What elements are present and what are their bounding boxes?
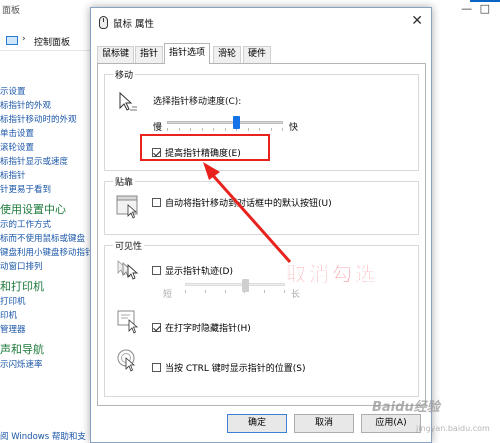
- link-without-mouse-keyboard[interactable]: 标而不使用鼠标或键盘: [0, 232, 95, 246]
- link-mouse-keys[interactable]: 键盘利用小键盘移动指针: [0, 246, 95, 260]
- link-blink-rate[interactable]: 示闪烁速率: [0, 358, 95, 372]
- show-location-ctrl-checkbox[interactable]: [152, 363, 161, 372]
- link-device-manager[interactable]: 管理器: [0, 323, 95, 337]
- dialog-title: 鼠标 属性: [113, 19, 155, 30]
- link-display-work[interactable]: 示的工作方式: [0, 218, 95, 232]
- hide-while-typing-icon: [117, 310, 139, 334]
- link-add-printer[interactable]: 打印机: [0, 295, 95, 309]
- window-title: 面板: [2, 6, 21, 16]
- link-wheel-settings[interactable]: 滚轮设置: [0, 141, 95, 155]
- control-panel-link-list: 示设置 标指针的外观 标指针移动时的外观 单击设置 滚轮设置 标指针显示或速度 …: [0, 85, 95, 372]
- pointer-trails-icon: [117, 260, 139, 280]
- speed-slider-thumb[interactable]: [233, 116, 241, 129]
- snap-to-group: 贴靠 自动将指针移动到对话框中的默认按钮(U): [104, 175, 419, 235]
- link-printers[interactable]: 印机: [0, 309, 95, 323]
- trails-long-label: 长: [291, 290, 301, 300]
- pointer-trails-row[interactable]: 显示指针轨迹(D): [152, 264, 233, 277]
- uncheck-callout-text: 取消勾选: [286, 262, 378, 287]
- snap-to-default-button-icon: [116, 195, 138, 219]
- show-location-ctrl-icon: [117, 349, 136, 372]
- close-icon[interactable]: ✕: [411, 13, 423, 29]
- trails-short-label: 短: [163, 290, 173, 300]
- help-support-link[interactable]: 阅 Windows 帮助和支: [0, 430, 86, 442]
- window-control-buttons[interactable]: — □: [461, 2, 492, 15]
- address-bar[interactable]: › 控制面板: [0, 31, 95, 51]
- dialog-button-row: 确定 取消 应用(A): [91, 414, 431, 436]
- snap-to-row[interactable]: 自动将指针移动到对话框中的默认按钮(U): [152, 196, 332, 209]
- tab-pointer-options[interactable]: 指针选项: [164, 43, 211, 64]
- snap-to-group-title: 贴靠: [113, 175, 136, 188]
- hide-while-typing-row[interactable]: 在打字时隐藏指针(H): [152, 321, 251, 334]
- mouse-icon: [99, 16, 108, 29]
- speed-slider-ticks: [167, 128, 283, 131]
- fast-label: 快: [289, 123, 299, 133]
- pointer-trails-label[interactable]: 显示指针轨迹(D): [165, 264, 233, 277]
- tab-hardware[interactable]: 硬件: [243, 46, 272, 63]
- speed-label: 选择指针移动速度(C):: [153, 97, 242, 107]
- show-location-ctrl-row[interactable]: 当按 CTRL 键时显示指针的位置(S): [152, 361, 306, 374]
- link-display-settings[interactable]: 示设置: [0, 85, 95, 99]
- link-click-settings[interactable]: 单击设置: [0, 127, 95, 141]
- visibility-group-title: 可见性: [113, 239, 145, 252]
- pointer-speed-icon: [119, 91, 137, 111]
- tab-buttons[interactable]: 鼠标键: [97, 46, 135, 63]
- dialog-titlebar[interactable]: 鼠标 属性 ✕: [91, 8, 431, 36]
- tab-pointers[interactable]: 指针: [135, 46, 164, 63]
- apply-button[interactable]: 应用(A): [361, 414, 421, 433]
- link-pointer-speed[interactable]: 标指针显示或速度: [0, 155, 95, 169]
- hide-while-typing-checkbox[interactable]: [152, 323, 161, 332]
- ok-button[interactable]: 确定: [227, 414, 287, 433]
- precision-highlight-box: [140, 134, 270, 161]
- breadcrumb-control-panel[interactable]: 控制面板: [34, 35, 70, 48]
- pointer-trails-checkbox[interactable]: [152, 266, 161, 275]
- mouse-properties-dialog: 鼠标 属性 ✕ 鼠标键 指针 指针选项 滑轮 硬件 移动 选择指针移动速度(C)…: [90, 7, 432, 443]
- slow-label: 慢: [153, 123, 163, 133]
- baidu-watermark: Baidu经验: [372, 400, 440, 415]
- section-printers-heading[interactable]: 和打印机: [0, 278, 95, 295]
- show-location-ctrl-label[interactable]: 当按 CTRL 键时显示指针的位置(S): [165, 361, 306, 374]
- tab-wheel[interactable]: 滑轮: [213, 46, 242, 63]
- link-mouse-pointer[interactable]: 标指针: [0, 169, 95, 183]
- snap-to-label[interactable]: 自动将指针移动到对话框中的默认按钮(U): [165, 196, 332, 209]
- trails-slider-thumb[interactable]: [241, 279, 249, 292]
- tab-strip: 鼠标键 指针 指针选项 滑轮 硬件: [97, 43, 427, 64]
- cancel-button[interactable]: 取消: [294, 414, 354, 433]
- snap-to-checkbox[interactable]: [152, 198, 161, 207]
- control-panel-icon: [6, 36, 18, 45]
- link-window-arrange[interactable]: 动窗口排列: [0, 260, 95, 274]
- breadcrumb-separator-icon: ›: [22, 34, 26, 44]
- link-pointer-moving-appearance[interactable]: 标指针移动时的外观: [0, 113, 95, 127]
- hide-while-typing-label[interactable]: 在打字时隐藏指针(H): [165, 321, 251, 334]
- motion-group-title: 移动: [113, 68, 136, 81]
- link-pointer-appearance[interactable]: 标指针的外观: [0, 99, 95, 113]
- speed-slider-track[interactable]: [167, 121, 283, 124]
- section-sound-navigation-heading[interactable]: 声和导航: [0, 341, 95, 358]
- trails-slider-track[interactable]: [185, 283, 285, 286]
- baidu-watermark-url: jingyan.baidu.com: [416, 424, 490, 433]
- section-ease-of-access-heading[interactable]: 使用设置中心: [0, 201, 95, 218]
- link-pointer-easier-to-see[interactable]: 针更易于看到: [0, 183, 95, 197]
- pointer-options-panel: 移动 选择指针移动速度(C): 慢 快 提高指针精确度(E) 贴靠 自动将指针移…: [97, 63, 426, 406]
- trails-slider-ticks: [185, 290, 285, 293]
